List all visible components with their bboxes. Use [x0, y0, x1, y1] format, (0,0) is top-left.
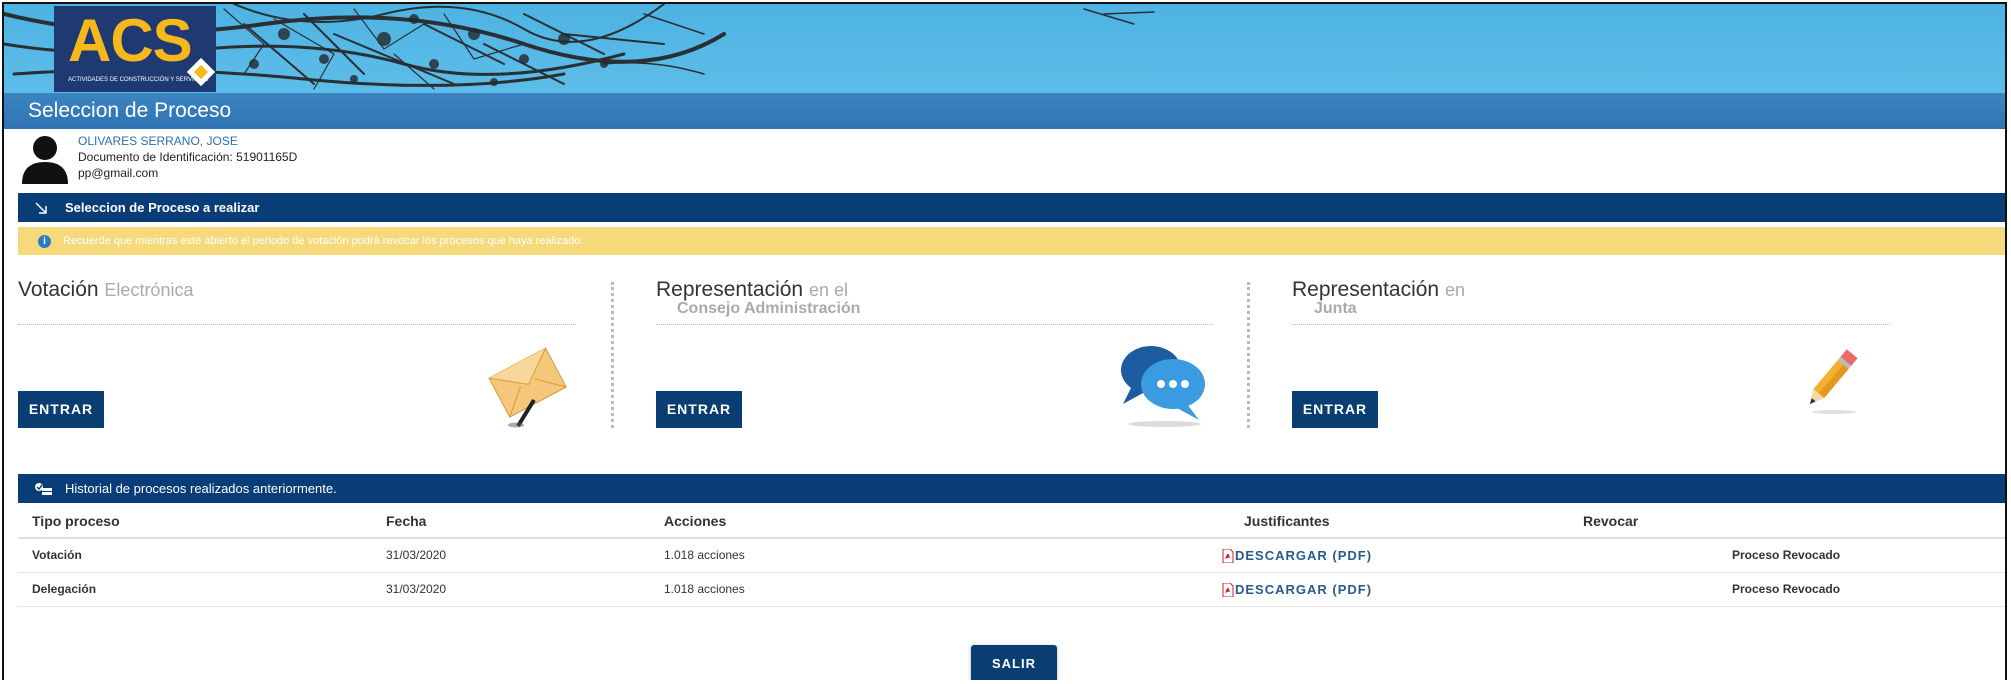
process-title-sub: Electrónica: [104, 280, 194, 300]
table-header-row: Tipo proceso Fecha Acciones Justificante…: [18, 506, 2005, 539]
column-header[interactable]: Acciones: [664, 506, 726, 537]
process-card-junta: Representación en Junta ENTRAR: [1292, 274, 1892, 434]
column-header[interactable]: Fecha: [386, 506, 426, 537]
process-section-header: Seleccion de Proceso a realizar: [18, 193, 2005, 222]
revoke-status: Proceso Revocado: [1732, 582, 1841, 596]
revoke-notice-text: Recuerde que mientras esté abierto el pe…: [63, 235, 584, 247]
process-date: 31/03/2020: [386, 582, 447, 596]
acs-logo: ACS ACTIVIDADES DE CONSTRUCCIÓN Y SERVIC…: [54, 6, 216, 92]
pdf-download-link[interactable]: DESCARGAR (PDF): [1222, 573, 1372, 610]
revoke-status: Proceso Revocado: [1732, 548, 1841, 562]
pdf-icon: [1222, 548, 1234, 563]
process-title-sub: en: [1444, 280, 1465, 300]
process-title: Votación Electrónica: [18, 278, 193, 302]
header-banner: ACS ACTIVIDADES DE CONSTRUCCIÓN Y SERVIC…: [4, 4, 2005, 93]
history-icon: [35, 483, 52, 495]
exit-button[interactable]: SALIR: [971, 645, 1057, 680]
column-separator: [611, 282, 614, 428]
pdf-icon: [1222, 582, 1234, 597]
process-card-consejo: Representación en el Consejo Administrac…: [656, 274, 1216, 434]
table-row: Votación 31/03/2020 1.018 acciones DESCA…: [18, 539, 2005, 576]
history-table: Tipo proceso Fecha Acciones Justificante…: [18, 506, 2005, 610]
process-title-line2: Consejo Administración: [677, 300, 861, 317]
process-shares: 1.018 acciones: [664, 582, 745, 596]
logo-text: ACS: [68, 7, 193, 74]
process-title: Representación en: [1292, 278, 1465, 302]
column-separator: [1247, 282, 1250, 428]
process-title-main: Representación: [656, 278, 804, 301]
process-title-main: Votación: [18, 278, 99, 301]
revoke-notice: i Recuerde que mientras esté abierto el …: [18, 227, 2005, 255]
pdf-download-link[interactable]: DESCARGAR (PDF): [1222, 539, 1372, 576]
process-type: Votación: [32, 548, 82, 562]
pdf-download-label[interactable]: DESCARGAR (PDF): [1235, 573, 1372, 606]
process-divider: [1292, 324, 1890, 325]
column-header[interactable]: Tipo proceso: [32, 506, 120, 537]
user-email: pp@gmail.com: [78, 166, 159, 180]
user-avatar-icon: [22, 136, 68, 184]
user-name: OLIVARES SERRANO, JOSE: [78, 134, 238, 148]
history-section-title: Historial de procesos realizados anterio…: [65, 481, 337, 496]
enter-consejo-button[interactable]: ENTRAR: [656, 391, 742, 428]
enter-votacion-button[interactable]: ENTRAR: [18, 391, 104, 428]
info-icon: i: [38, 235, 51, 248]
process-shares: 1.018 acciones: [664, 548, 745, 562]
envelope-icon: [488, 347, 567, 428]
pencil-icon: [1809, 349, 1858, 414]
process-title: Representación en el: [656, 278, 848, 302]
enter-junta-button[interactable]: ENTRAR: [1292, 391, 1378, 428]
table-row: Delegación 31/03/2020 1.018 acciones DES…: [18, 573, 2005, 610]
process-card-votacion: Votación Electrónica ENTRAR: [18, 274, 578, 434]
logo-subtitle: ACTIVIDADES DE CONSTRUCCIÓN Y SERVICIOS: [68, 77, 209, 83]
chat-bubbles-icon: [1121, 346, 1205, 427]
process-divider: [656, 324, 1212, 325]
process-section-title: Seleccion de Proceso a realizar: [65, 200, 260, 215]
history-section-header: Historial de procesos realizados anterio…: [18, 474, 2005, 503]
process-divider: [18, 324, 576, 325]
user-document: Documento de Identificación: 51901165D: [78, 150, 298, 164]
page-frame: ACS ACTIVIDADES DE CONSTRUCCIÓN Y SERVIC…: [2, 2, 2007, 680]
page-title: Seleccion de Proceso: [4, 93, 2005, 129]
column-header[interactable]: Justificantes: [1244, 506, 1330, 537]
process-title-sub: en el: [808, 280, 848, 300]
process-title-main: Representación: [1292, 278, 1440, 301]
arrow-down-right-icon: [35, 202, 47, 214]
process-type: Delegación: [32, 582, 97, 596]
process-date: 31/03/2020: [386, 548, 447, 562]
process-title-line2: Junta: [1314, 300, 1357, 317]
column-header[interactable]: Revocar: [1583, 506, 1638, 537]
pdf-download-label[interactable]: DESCARGAR (PDF): [1235, 539, 1372, 572]
